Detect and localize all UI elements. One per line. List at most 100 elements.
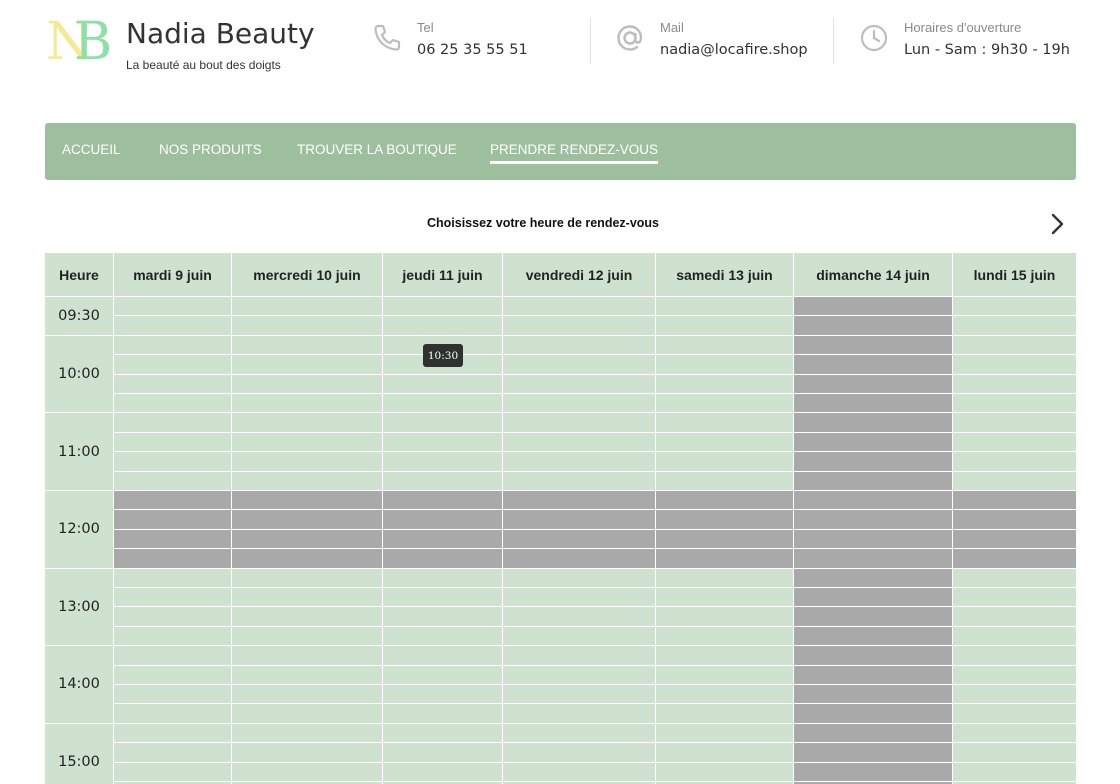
- time-slot[interactable]: [656, 297, 793, 316]
- time-slot[interactable]: [656, 374, 793, 393]
- time-slot[interactable]: [503, 743, 655, 762]
- time-slot[interactable]: [114, 646, 231, 665]
- time-slot[interactable]: [656, 685, 793, 704]
- time-slot[interactable]: [656, 335, 793, 355]
- time-slot[interactable]: [656, 355, 793, 374]
- nav-item-accueil[interactable]: ACCUEIL: [62, 142, 121, 157]
- time-slot[interactable]: [656, 646, 793, 665]
- time-slot[interactable]: [232, 413, 382, 432]
- time-slot[interactable]: [953, 626, 1076, 646]
- time-slot[interactable]: [953, 743, 1076, 762]
- time-slot[interactable]: [953, 355, 1076, 374]
- time-slot[interactable]: [503, 607, 655, 626]
- time-slot[interactable]: [232, 374, 382, 393]
- time-slot[interactable]: [232, 743, 382, 762]
- time-slot[interactable]: [953, 704, 1076, 723]
- time-slot[interactable]: [114, 335, 231, 355]
- time-slot[interactable]: [114, 762, 231, 781]
- time-slot[interactable]: [656, 588, 793, 607]
- time-slot[interactable]: [953, 374, 1076, 393]
- time-slot[interactable]: [953, 413, 1076, 432]
- time-slot[interactable]: [656, 471, 793, 490]
- time-slot[interactable]: [953, 723, 1076, 743]
- time-slot[interactable]: [953, 607, 1076, 626]
- time-slot[interactable]: [656, 762, 793, 781]
- time-slot[interactable]: [503, 355, 655, 374]
- time-slot[interactable]: [953, 432, 1076, 452]
- time-slot[interactable]: [114, 568, 231, 587]
- time-slot[interactable]: [232, 452, 382, 471]
- time-slot[interactable]: [232, 665, 382, 684]
- time-slot[interactable]: [953, 335, 1076, 355]
- nav-item-nos-produits[interactable]: NOS PRODUITS: [159, 142, 262, 157]
- time-slot[interactable]: [953, 297, 1076, 316]
- time-slot[interactable]: [114, 355, 231, 374]
- time-slot[interactable]: [114, 316, 231, 335]
- time-slot[interactable]: [114, 297, 231, 316]
- time-slot[interactable]: [383, 413, 502, 432]
- time-slot[interactable]: [232, 355, 382, 374]
- time-slot[interactable]: [953, 316, 1076, 335]
- logo[interactable]: N B Nadia Beauty La beauté au bout des d…: [46, 12, 315, 72]
- time-slot[interactable]: [656, 432, 793, 452]
- time-slot[interactable]: [656, 394, 793, 413]
- time-slot[interactable]: [114, 665, 231, 684]
- time-slot[interactable]: [953, 452, 1076, 471]
- time-slot[interactable]: [114, 723, 231, 743]
- time-slot[interactable]: [383, 297, 502, 316]
- time-slot[interactable]: [656, 607, 793, 626]
- nav-item-trouver-la-boutique[interactable]: TROUVER LA BOUTIQUE: [297, 142, 457, 157]
- time-slot[interactable]: [383, 394, 502, 413]
- time-slot[interactable]: [232, 432, 382, 452]
- time-slot[interactable]: [114, 394, 231, 413]
- phone-value[interactable]: 06 25 35 55 51: [417, 42, 528, 58]
- time-slot[interactable]: [953, 471, 1076, 490]
- time-slot[interactable]: [953, 568, 1076, 587]
- time-slot[interactable]: [232, 646, 382, 665]
- time-slot[interactable]: [383, 568, 502, 587]
- time-slot[interactable]: [503, 297, 655, 316]
- time-slot[interactable]: [656, 743, 793, 762]
- time-slot[interactable]: [656, 665, 793, 684]
- time-slot[interactable]: [383, 685, 502, 704]
- time-slot[interactable]: [656, 626, 793, 646]
- time-slot[interactable]: [383, 626, 502, 646]
- time-slot[interactable]: [383, 607, 502, 626]
- time-slot[interactable]: [503, 335, 655, 355]
- time-slot[interactable]: [953, 588, 1076, 607]
- time-slot[interactable]: [383, 723, 502, 743]
- time-slot[interactable]: [232, 394, 382, 413]
- time-slot[interactable]: [383, 316, 502, 335]
- time-slot[interactable]: [656, 568, 793, 587]
- time-slot[interactable]: [114, 413, 231, 432]
- time-slot[interactable]: [503, 723, 655, 743]
- time-slot[interactable]: [232, 316, 382, 335]
- time-slot[interactable]: [503, 413, 655, 432]
- time-slot[interactable]: [383, 665, 502, 684]
- time-slot[interactable]: [114, 607, 231, 626]
- time-slot[interactable]: [114, 452, 231, 471]
- chevron-right-icon[interactable]: [1046, 211, 1070, 237]
- time-slot[interactable]: [503, 471, 655, 490]
- time-slot[interactable]: [114, 685, 231, 704]
- time-slot[interactable]: [503, 374, 655, 393]
- time-slot[interactable]: [383, 588, 502, 607]
- time-slot[interactable]: [383, 646, 502, 665]
- time-slot[interactable]: [232, 626, 382, 646]
- time-slot[interactable]: [656, 704, 793, 723]
- time-slot[interactable]: [232, 335, 382, 355]
- time-slot[interactable]: [953, 646, 1076, 665]
- time-slot[interactable]: [232, 723, 382, 743]
- time-slot[interactable]: [383, 743, 502, 762]
- time-slot[interactable]: [232, 685, 382, 704]
- time-slot[interactable]: [656, 723, 793, 743]
- time-slot[interactable]: [656, 413, 793, 432]
- time-slot[interactable]: [656, 452, 793, 471]
- time-slot[interactable]: [503, 568, 655, 587]
- time-slot[interactable]: [114, 432, 231, 452]
- time-slot[interactable]: [232, 588, 382, 607]
- time-slot[interactable]: [503, 665, 655, 684]
- time-slot[interactable]: [114, 704, 231, 723]
- time-slot[interactable]: [383, 374, 502, 393]
- time-slot[interactable]: [503, 394, 655, 413]
